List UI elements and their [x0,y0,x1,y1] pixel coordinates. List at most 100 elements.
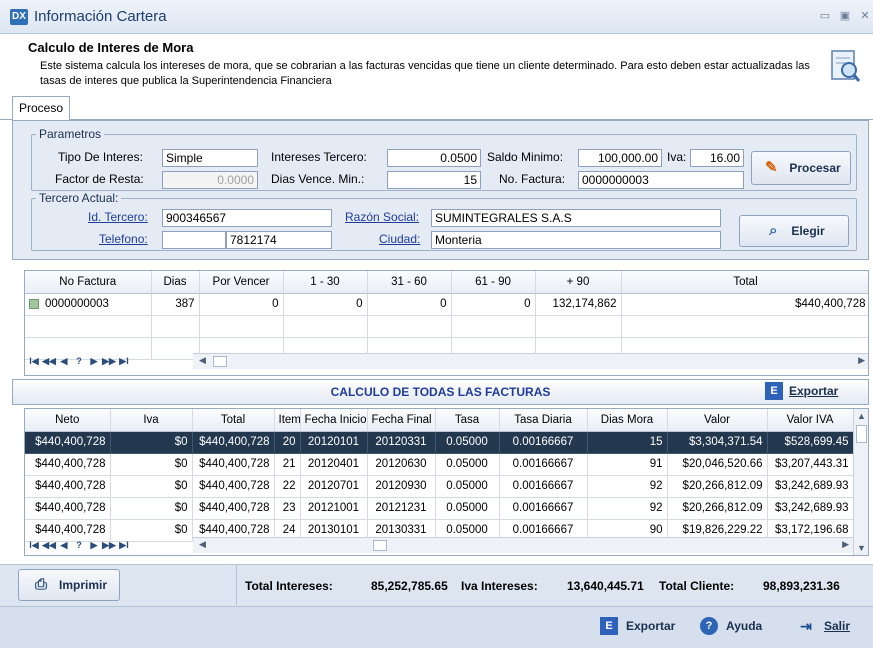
column-header[interactable]: + 90 [535,271,622,294]
iva-intereses-label: Iva Intereses: [461,579,538,593]
column-header[interactable]: Total [621,271,868,294]
intereses-tercero-field[interactable]: 0.0500 [387,149,481,167]
column-header[interactable]: 1 - 30 [283,271,368,294]
scroll-up-icon[interactable]: ▲ [857,411,866,421]
table-row[interactable]: $440,400,728 $0 $440,400,728 23 20121001 2012… [25,497,854,520]
nav-last-icon[interactable]: ▶I [117,353,131,369]
table-cell: 20121231 [367,497,436,520]
dias-vence-label: Dias Vence. Min.: [271,172,365,186]
nav-next-page-icon[interactable]: ▶▶ [102,353,116,369]
column-header[interactable]: Iva [110,409,193,432]
table-row[interactable]: 0000000003 387 0 0 0 0 132,174,862 $440,400,728 [25,293,868,316]
footer-exportar-button[interactable]: E Exportar [600,617,675,635]
column-header[interactable]: Dias [151,271,200,294]
nav-last-icon[interactable]: ▶I [117,537,131,553]
close-icon[interactable]: ✕ [858,9,872,23]
document-search-icon [831,50,861,82]
table-row[interactable]: $440,400,728 $0 $440,400,728 21 20120401 2012… [25,453,854,476]
column-header[interactable]: Tasa [435,409,500,432]
nav-prev-icon[interactable]: ◀ [57,353,71,369]
imprimir-button[interactable]: ⎙ Imprimir [18,569,120,601]
column-header[interactable]: Dias Mora [587,409,668,432]
table-cell: 92 [587,497,668,520]
scroll-down-icon[interactable]: ▼ [857,543,866,553]
printer-icon: ⎙ [34,576,47,593]
nav-next-page-icon[interactable]: ▶▶ [102,537,116,553]
nav-next-icon[interactable]: ▶ [87,537,101,553]
nav-prev-page-icon[interactable]: ◀◀ [42,353,56,369]
column-header[interactable]: Fecha Inicio [300,409,368,432]
column-header[interactable]: Neto [25,409,111,432]
nav-prev-page-icon[interactable]: ◀◀ [42,537,56,553]
calculo-exportar-label: Exportar [789,384,839,398]
calculo-hscrollbar[interactable]: ◀ ▶ [193,537,853,553]
factor-resta-field[interactable]: 0.0000 [162,171,258,189]
id-tercero-link[interactable]: Id. Tercero: [88,210,148,224]
nav-first-icon[interactable]: I◀ [27,537,41,553]
nav-prev-icon[interactable]: ◀ [57,537,71,553]
saldo-minimo-field[interactable]: 100,000.00 [578,149,662,167]
ciudad-field[interactable]: Monteria [431,231,721,249]
minimize-icon[interactable]: ▭ [818,9,832,23]
page-title: Calculo de Interes de Mora [28,40,194,55]
column-header[interactable]: No Factura [25,271,152,294]
table-cell: $0 [110,475,193,498]
salir-button[interactable]: ⇥ Salir [796,617,850,635]
no-factura-field[interactable]: 0000000003 [578,171,744,189]
totals-values: Total Intereses: 85,252,785.65 Iva Inter… [236,565,862,605]
saldo-minimo-label: Saldo Minimo: [487,150,564,164]
telefono-link[interactable]: Telefono: [99,232,148,246]
tab-proceso[interactable]: Proceso [12,96,71,120]
maximize-icon[interactable]: ▣ [838,9,852,23]
ciudad-link[interactable]: Ciudad: [379,232,420,246]
calculo-exportar-button[interactable]: E Exportar [765,382,838,400]
scroll-thumb[interactable] [373,540,387,551]
scroll-left-icon[interactable]: ◀ [199,539,206,550]
table-row[interactable]: $440,400,728 $0 $440,400,728 22 20120701 2012… [25,475,854,498]
razon-social-field[interactable]: SUMINTEGRALES S.A.S [431,209,721,227]
calculo-vscrollbar[interactable]: ▲ ▼ [853,409,868,555]
column-header[interactable]: Fecha Final [367,409,436,432]
column-header[interactable]: Valor IVA [767,409,854,432]
column-header[interactable]: Total [192,409,275,432]
telefono-field-1[interactable] [162,231,226,249]
dias-vence-field[interactable]: 15 [387,171,481,189]
ayuda-button[interactable]: ? Ayuda [700,617,762,635]
nav-next-icon[interactable]: ▶ [87,353,101,369]
scroll-thumb[interactable] [213,356,227,367]
scroll-right-icon[interactable]: ▶ [858,355,865,366]
scroll-left-icon[interactable]: ◀ [199,355,206,366]
column-header[interactable]: Por Vencer [199,271,284,294]
table-cell: $3,207,443.31 [767,453,854,476]
razon-social-link[interactable]: Razón Social: [345,210,419,224]
tipo-interes-field[interactable]: Simple [162,149,258,167]
table-cell: 21 [274,453,301,476]
iva-field[interactable]: 16.00 [690,149,744,167]
telefono-field-2[interactable]: 7812174 [226,231,332,249]
vscroll-thumb[interactable] [856,425,867,443]
procesar-button[interactable]: ✎ Procesar [751,151,851,185]
footer-exportar-label: Exportar [626,619,676,633]
table-cell [535,315,622,338]
nav-help-icon[interactable]: ? [72,353,86,369]
column-header[interactable]: Item [274,409,301,432]
table-cell: 132,174,862 [535,293,622,316]
column-header[interactable]: 31 - 60 [367,271,452,294]
table-cell: 20120401 [300,453,368,476]
column-header[interactable]: Tasa Diaria [499,409,588,432]
elegir-button[interactable]: ⌕ Elegir [739,215,849,247]
column-header[interactable]: Valor [667,409,768,432]
export-icon: E [765,382,783,400]
table-cell: $3,242,689.93 [767,475,854,498]
table-cell: $528,699.45 [767,431,854,454]
table-cell: $440,400,728 [192,431,275,454]
nav-help-icon[interactable]: ? [72,537,86,553]
table-cell: 91 [587,453,668,476]
table-cell: 20121001 [300,497,368,520]
facturas-hscrollbar[interactable]: ◀ ▶ [193,353,868,369]
table-row[interactable]: $440,400,728 $0 $440,400,728 20 20120101 2012… [25,431,854,454]
id-tercero-field[interactable]: 900346567 [162,209,332,227]
scroll-right-icon[interactable]: ▶ [842,539,849,550]
column-header[interactable]: 61 - 90 [451,271,536,294]
nav-first-icon[interactable]: I◀ [27,353,41,369]
